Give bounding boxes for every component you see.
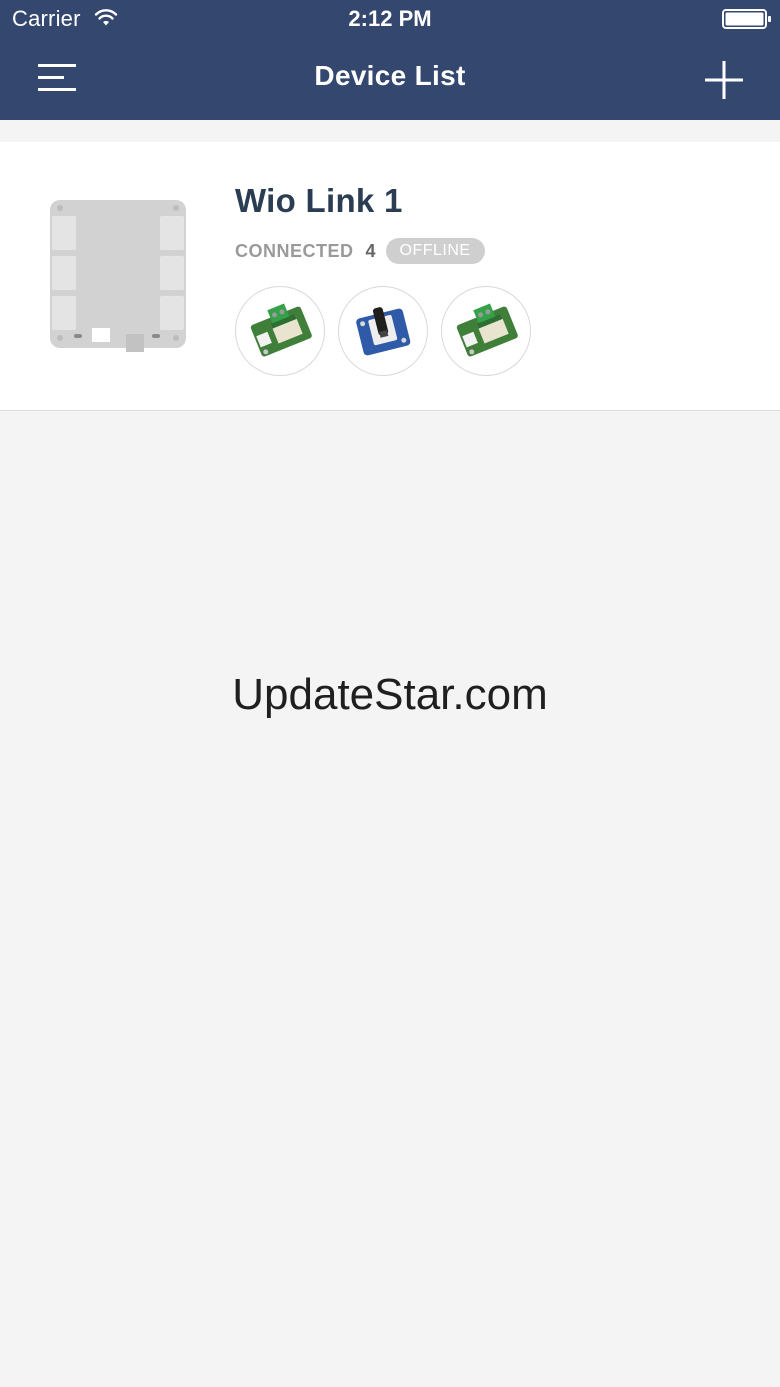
device-name: Wio Link 1: [235, 182, 403, 219]
status-badge: OFFLINE: [385, 238, 485, 264]
module-item[interactable]: [441, 286, 531, 376]
wio-link-board-icon: [50, 200, 186, 352]
device-card[interactable]: Wio Link 1 CONNECTED 4 OFFLINE: [0, 142, 780, 411]
battery-icon: [722, 9, 771, 29]
clock: 2:12 PM: [348, 6, 432, 31]
module-item[interactable]: [338, 286, 428, 376]
top-bar: Carrier 2:12 PM Device List: [0, 0, 780, 120]
device-status-row: CONNECTED 4 OFFLINE: [235, 236, 485, 266]
page-title: Device List: [314, 60, 466, 91]
relay-module-icon: [456, 303, 518, 357]
status-bar: Carrier 2:12 PM: [0, 0, 780, 40]
module-item[interactable]: [235, 286, 325, 376]
module-list: [235, 286, 544, 376]
connected-label: CONNECTED: [235, 240, 354, 261]
watermark-text: UpdateStar.com: [232, 670, 548, 719]
button-module-icon: [356, 307, 411, 356]
relay-module-icon: [250, 303, 312, 357]
connected-count: 4: [365, 240, 376, 261]
nav-bar: Device List: [0, 40, 780, 120]
plus-icon[interactable]: [696, 52, 752, 108]
